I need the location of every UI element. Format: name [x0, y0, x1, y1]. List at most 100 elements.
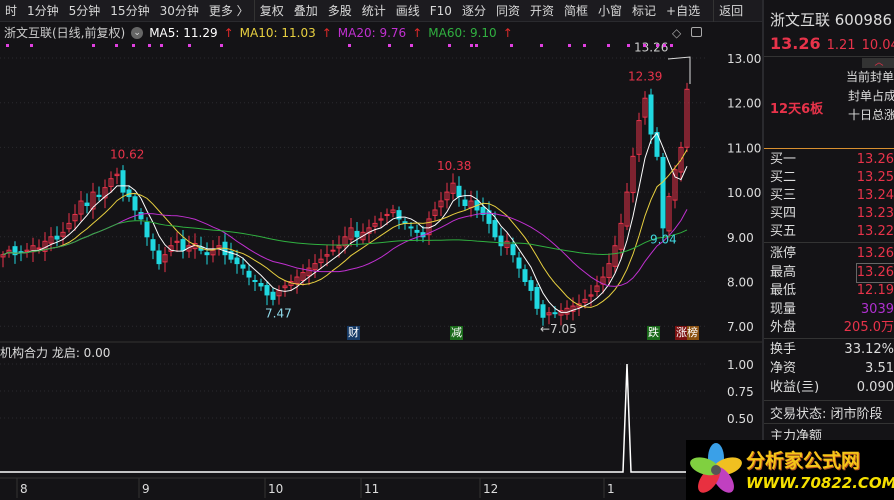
marker-zhangbang[interactable]: 涨榜	[675, 326, 699, 340]
candle-body	[264, 285, 270, 296]
toolbar-item[interactable]: 统计	[357, 0, 391, 22]
marker-cai[interactable]: 财	[347, 326, 360, 340]
candle-body	[120, 170, 126, 193]
candle-body	[144, 221, 150, 238]
limit-arrow	[667, 56, 691, 84]
toolbar-item[interactable]: 叠加	[289, 0, 323, 22]
signal-dot	[188, 44, 191, 47]
candle-body	[234, 257, 240, 265]
signal-dot	[583, 44, 586, 47]
row-label: 收益(亖)	[770, 380, 820, 395]
signal-dot	[115, 44, 118, 47]
logo-url: WWW.70822.COM	[746, 474, 894, 492]
toolbar-item[interactable]: 多股	[323, 0, 357, 22]
signal-dot	[92, 44, 95, 47]
toolbar-item[interactable]: 复权	[253, 0, 289, 22]
candle-body	[462, 199, 468, 207]
candle-body	[552, 312, 558, 315]
y-tick-label: 12.00	[727, 97, 761, 111]
toolbar-item[interactable]: 1分钟	[22, 0, 64, 22]
toolbar-item[interactable]: 15分钟	[105, 0, 154, 22]
signal-dot	[670, 44, 673, 47]
stock-name: 浙文互联 600986	[770, 11, 893, 29]
annotation-high2: 10.38	[437, 159, 471, 173]
candle-body	[498, 235, 504, 247]
row-label: 买二	[770, 170, 797, 185]
row-label: 现量	[770, 301, 797, 317]
candle-body	[648, 94, 654, 135]
candle-body	[516, 257, 522, 269]
candle-body	[540, 304, 546, 318]
signal-dot	[627, 44, 630, 47]
signal-dot	[388, 44, 391, 47]
signal-dot	[475, 44, 478, 47]
annotation-low1: 7.47	[265, 306, 292, 320]
candle-body	[180, 239, 186, 251]
y-tick-label: 11.00	[727, 141, 761, 155]
indicator-tick-label: 0.50	[727, 412, 754, 426]
row-value: 0.090	[856, 380, 894, 395]
toolbar-item[interactable]: 小窗	[593, 0, 627, 22]
row-label: 买五	[770, 224, 797, 239]
candle-body	[204, 252, 210, 256]
stats-row: 最低 12.19	[770, 282, 894, 300]
annotation-ma60_label: 9.04	[650, 233, 677, 247]
toolbar-item[interactable]: 5分钟	[64, 0, 106, 22]
toolbar-item[interactable]: 简框	[559, 0, 593, 22]
kline-chart[interactable]: 13.0012.0011.0010.009.008.007.0010.627.4…	[0, 22, 762, 500]
toolbar-item[interactable]: 同资	[491, 0, 525, 22]
pct-change: 10.04	[861, 38, 894, 53]
toolbar-item[interactable]: +自选	[661, 0, 705, 22]
row-value: 33.12%	[844, 342, 894, 357]
row-label: 买四	[770, 206, 797, 221]
row-label: 换手	[770, 342, 797, 357]
indicator-tick-label: 0.75	[727, 385, 754, 399]
bids-row: 买五 13.22	[770, 223, 894, 241]
candle-body	[354, 230, 360, 238]
seal-order: 当前封单	[846, 70, 894, 84]
fund-row: 净资 3.51	[770, 360, 894, 378]
board-count: 12天6板	[770, 102, 824, 117]
signal-dot	[643, 44, 646, 47]
signal-dot	[470, 44, 473, 47]
y-tick-label: 7.00	[727, 320, 754, 334]
toolbar-item[interactable]: 30分钟	[155, 0, 204, 22]
signal-dot	[607, 44, 610, 47]
signal-dot	[348, 44, 351, 47]
x-tick-label: 8	[20, 482, 28, 496]
trade-status: 交易状态: 闭市阶段	[770, 407, 883, 422]
toolbar-item[interactable]: 时	[0, 0, 22, 22]
candle-body	[132, 196, 138, 211]
candle-body	[126, 189, 132, 198]
row-label: 买一	[770, 152, 797, 167]
toolbar-item[interactable]: F10	[425, 0, 457, 22]
stats-row: 最高 13.26	[770, 262, 894, 283]
candle-body	[534, 287, 540, 309]
bids-row: 买三 13.24	[770, 187, 894, 205]
candle-body	[528, 280, 534, 291]
row-value: 13.25	[856, 170, 894, 185]
candle-body	[522, 269, 528, 283]
signal-dot	[6, 44, 9, 47]
marker-jian[interactable]: 减	[450, 326, 463, 340]
x-tick-label: 11	[364, 482, 379, 496]
row-value: 13.24	[856, 188, 894, 203]
toolbar: 时 1分钟 5分钟 15分钟 30分钟 更多 〉复权 叠加 多股 统计 画线 F10 逐分 同资 开资 简框…	[0, 0, 762, 22]
x-tick-label: 12	[483, 482, 498, 496]
marker-die[interactable]: 跌	[647, 326, 660, 340]
last-price: 13.26	[770, 34, 821, 53]
toolbar-item[interactable]: 逐分	[457, 0, 491, 22]
stats-row: 外盘 205.0万	[770, 319, 894, 337]
toolbar-item[interactable]: 返回	[713, 0, 748, 22]
row-value: 12.19	[856, 283, 894, 298]
watermark-logo: 分析家公式网 WWW.70822.COM	[686, 440, 894, 500]
y-tick-label: 10.00	[727, 186, 761, 200]
toolbar-item[interactable]: 标记	[627, 0, 661, 22]
toolbar-item[interactable]: 更多 〉	[204, 0, 254, 22]
signal-dot	[663, 44, 666, 47]
candle-body	[270, 291, 276, 300]
collapse-icon[interactable]: ︿	[862, 58, 894, 68]
toolbar-item[interactable]: 开资	[525, 0, 559, 22]
toolbar-item[interactable]: 画线	[391, 0, 425, 22]
row-label: 买三	[770, 188, 797, 203]
